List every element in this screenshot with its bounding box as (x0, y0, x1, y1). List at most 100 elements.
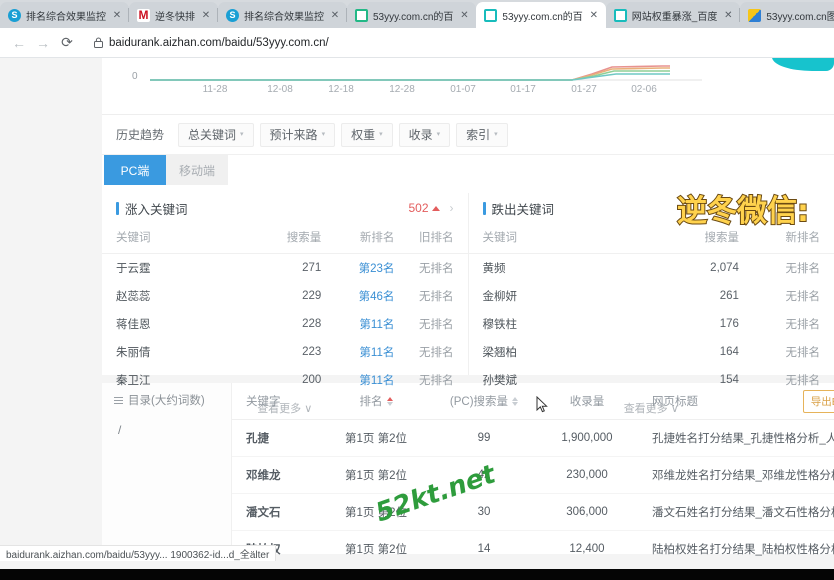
chevron-down-icon: ▾ (240, 131, 244, 138)
filter-chip-label: 收录 (408, 128, 433, 142)
browser-tab-3[interactable]: S 排名综合效果监控 ✕ (217, 2, 347, 28)
browser-status-bar: baidurank.aizhan.com/baidu/53yyy... 1900… (0, 545, 277, 561)
tab-title: 逆冬快排 (155, 11, 195, 23)
back-icon[interactable]: ← (8, 32, 30, 54)
table-row[interactable]: 黄频 2,074 无排名 (469, 254, 834, 283)
table-row[interactable]: 潘文石 第1页 第2位 30 306,000 潘文石姓名打分结果_潘文石性格分析… (232, 493, 834, 531)
table-row[interactable]: 赵蕊蕊 229 第46名 无排名 (102, 282, 468, 310)
col-volume: 搜索量 (248, 223, 322, 254)
tab-title: 53yyy.com.cn的百 (373, 11, 454, 23)
lock-icon (94, 37, 103, 48)
cell-keyword: 穆铁柱 (482, 319, 518, 331)
table-row[interactable]: 陆柏权 第1页 第2位 14 12,400 陆柏权姓名打分结果_陆柏权性格分析_… (232, 530, 834, 568)
aizhan-icon: S (226, 8, 239, 22)
cell-new-rank[interactable]: 第46名 (321, 282, 395, 310)
dropped-panel-title-group: 跌出关键词 (482, 199, 555, 218)
trend-chart: 0 11-28 12-08 12-18 12-28 01-07 01-17 01… (102, 58, 834, 115)
filter-chip-index[interactable]: 索引 ▾ (456, 122, 508, 147)
chart-y-zero-label: 0 (132, 71, 138, 82)
tab-mobile[interactable]: 移动端 (166, 155, 228, 185)
col-rank[interactable]: 排名 (320, 383, 432, 420)
close-icon[interactable]: ✕ (722, 10, 734, 21)
close-icon[interactable]: ✕ (111, 10, 123, 21)
keyword-table-pane: 导出Ex 关键字 排名 (232, 383, 834, 572)
close-icon[interactable]: ✕ (458, 10, 470, 21)
cell-volume: 99 (432, 419, 536, 457)
browser-tab-7[interactable]: 53yyy.com.cn图片 ✕ (739, 2, 834, 28)
rising-panel-header: 涨入关键词 502 › (102, 193, 468, 223)
cell-old-rank: 无排名 (419, 319, 454, 331)
col-old-rank: 旧排名 (394, 223, 468, 254)
table-row[interactable]: 孔捷 第1页 第2位 99 1,900,000 孔捷姓名打分结果_孔捷性格分析_… (232, 419, 834, 457)
forward-icon[interactable]: → (32, 32, 54, 54)
arrow-up-icon (431, 205, 440, 211)
tab-pc[interactable]: PC端 (104, 155, 166, 185)
filter-chip-label: 预计来路 (269, 128, 318, 142)
cell-new-rank[interactable]: 第11名 (321, 338, 394, 366)
chart-x-tick: 01-17 (510, 84, 536, 95)
cell-rank[interactable]: 第1页 第2位 (320, 493, 432, 531)
cell-keyword: 秦卫江 (116, 375, 151, 387)
browser-tab-2[interactable]: M 逆冬快排 ✕ (128, 2, 218, 28)
browser-window: S 排名综合效果监控 ✕ M 逆冬快排 ✕ S 排名综合效果监控 ✕ 53yyy… (0, 0, 834, 580)
filter-chip-weight[interactable]: 权重 ▾ (341, 122, 393, 147)
dropped-keywords-panel: 跌出关键词 关键词 搜索量 新排名 黄频 2,074 无排名 金柳妍 261 无… (468, 193, 834, 415)
keyword-change-panels: 涨入关键词 502 › 关键词 搜索量 新排名 旧排名 于云霆 271 第23名… (102, 185, 834, 415)
cell-volume: 228 (302, 318, 322, 330)
teal-square-icon (613, 8, 627, 22)
tab-title: 网站权重暴涨_百度 (631, 11, 718, 23)
close-icon[interactable]: ✕ (200, 10, 212, 21)
cell-volume: 30 (432, 493, 536, 531)
col-keyword: 关键词 (468, 223, 637, 254)
browser-tab-1[interactable]: S 排名综合效果监控 ✕ (0, 2, 129, 28)
filter-chip-total-keywords[interactable]: 总关键词 ▾ (178, 122, 254, 147)
table-row[interactable]: 蒋佳恩 228 第11名 无排名 (102, 310, 468, 338)
browser-tab-4[interactable]: 53yyy.com.cn的百 ✕ (345, 2, 477, 28)
tab-strip: S 排名综合效果监控 ✕ M 逆冬快排 ✕ S 排名综合效果监控 ✕ 53yyy… (0, 0, 834, 28)
rising-count-value: 502 (408, 201, 429, 215)
cell-rank[interactable]: 第1页 第2位 (320, 419, 432, 457)
chart-x-tick: 11-28 (202, 84, 228, 95)
table-row[interactable]: 穆铁柱 176 无排名 (469, 310, 834, 338)
title-bar-marker (116, 201, 119, 215)
browser-tab-6[interactable]: 网站权重暴涨_百度 ✕ (605, 2, 741, 28)
next-page-icon[interactable]: › (450, 201, 454, 215)
close-icon[interactable]: ✕ (588, 10, 600, 21)
tab-title: 53yyy.com.cn的百 (502, 11, 583, 23)
col-volume[interactable]: (PC)搜索量 (432, 383, 536, 420)
filter-chip-estimated-traffic[interactable]: 预计来路 ▾ (259, 122, 336, 147)
table-row[interactable]: 金柳妍 261 无排名 (469, 282, 834, 310)
directory-item-root[interactable]: / (102, 417, 231, 443)
cell-new-rank[interactable]: 第23名 (321, 254, 395, 283)
chart-x-tick: 12-08 (267, 84, 293, 95)
reload-icon[interactable]: ⟳ (56, 32, 78, 54)
sort-arrows-icon[interactable] (512, 396, 519, 406)
cell-new-rank[interactable]: 第11名 (321, 310, 394, 338)
filter-chip-label: 索引 (466, 128, 491, 142)
cell-old-rank: 无排名 (419, 347, 454, 359)
browser-tab-5-active[interactable]: 53yyy.com.cn的百 ✕ (476, 2, 606, 28)
cell-new-rank: 无排名 (785, 319, 821, 331)
filter-chip-indexed[interactable]: 收录 ▾ (398, 122, 451, 147)
table-row[interactable]: 邓维龙 第1页 第2位 42 230,000 邓维龙姓名打分结果_邓维龙性格分析… (232, 456, 834, 494)
table-row[interactable]: 于云霆 271 第23名 无排名 (102, 254, 468, 283)
cell-rank[interactable]: 第1页 第2位 (320, 456, 432, 494)
address-bar[interactable]: baidurank.aizhan.com/baidu/53yyy.com.cn/ (86, 31, 826, 54)
chevron-down-icon: ▾ (379, 131, 383, 138)
table-row[interactable]: 梁翘柏 164 无排名 (469, 338, 834, 366)
aizhan-icon: S (8, 8, 21, 22)
tab-title: 排名综合效果监控 (244, 11, 324, 23)
close-icon[interactable]: ✕ (329, 10, 341, 21)
keyword-detail-table: 关键字 排名 (PC)搜索量 收录量 网页标题 孔捷 第1页 第2位 99 1,… (232, 383, 834, 572)
cell-keyword: 于云霆 (116, 263, 151, 275)
table-header-row: 关键字 排名 (PC)搜索量 收录量 网页标题 (232, 383, 834, 420)
cell-keyword: 孔捷 (232, 419, 320, 457)
sort-arrows-icon[interactable] (386, 396, 393, 406)
cell-rank[interactable]: 第1页 第2位 (320, 530, 432, 568)
page-content-column: 0 11-28 12-08 12-18 12-28 01-07 01-17 01… (102, 58, 834, 572)
chevron-down-icon: ▾ (436, 131, 441, 138)
export-excel-button[interactable]: 导出Ex (802, 390, 834, 413)
cell-indexed: 306,000 (536, 493, 638, 531)
dropped-panel-title: 跌出关键词 (491, 202, 555, 217)
table-row[interactable]: 朱丽倩 223 第11名 无排名 (102, 338, 468, 366)
